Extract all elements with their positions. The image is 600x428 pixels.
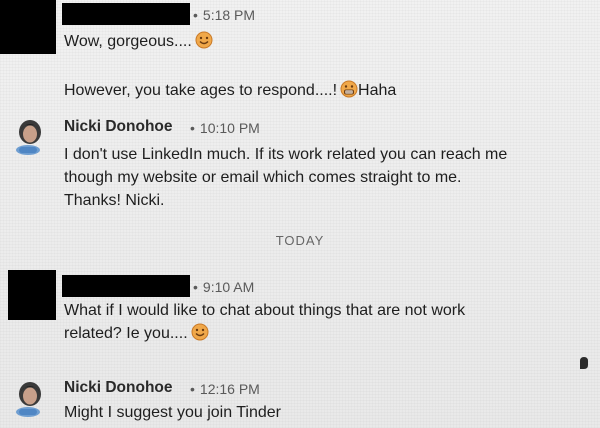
redacted-avatar xyxy=(8,270,56,320)
redacted-sender-name xyxy=(62,3,190,25)
message-text: Wow, gorgeous.... xyxy=(64,31,213,56)
separator-dot: • xyxy=(190,381,195,397)
timestamp-text: 5:18 PM xyxy=(202,7,256,23)
timestamp-text: 12:16 PM xyxy=(199,381,260,397)
chat-screen: • 5:18 PM Wow, gorgeous.... However, you … xyxy=(0,0,600,428)
message-timestamp: • 5:18 PM xyxy=(193,7,255,23)
message-timestamp: • 12:16 PM xyxy=(190,381,260,397)
date-divider: TODAY xyxy=(275,233,325,248)
separator-dot: • xyxy=(190,120,195,136)
message-text: However, you take ages to respond....! Ha… xyxy=(64,80,396,105)
message-line: However, you take ages to respond....! xyxy=(64,82,338,99)
message-line: I don't use LinkedIn much. If its work r… xyxy=(64,146,508,163)
message-line: though my website or email which comes s… xyxy=(64,169,462,186)
smile-emoji-icon xyxy=(195,31,213,56)
separator-dot: • xyxy=(193,279,198,295)
smile-emoji-icon xyxy=(191,323,209,348)
message-text: related? Ie you.... xyxy=(64,323,209,348)
timestamp-text: 9:10 AM xyxy=(202,279,255,295)
sender-name[interactable]: Nicki Donohoe xyxy=(64,118,173,136)
message-line: related? Ie you.... xyxy=(64,325,188,342)
message-timestamp: • 9:10 AM xyxy=(193,279,254,295)
timestamp-text: 10:10 PM xyxy=(199,120,260,136)
message-line: Might I suggest you join Tinder xyxy=(64,404,282,421)
scroll-handle-icon[interactable] xyxy=(578,356,590,370)
redacted-sender-name xyxy=(62,275,190,297)
message-line: Wow, gorgeous.... xyxy=(64,33,192,50)
nicki-avatar-icon[interactable] xyxy=(12,378,48,418)
redacted-avatar xyxy=(0,0,56,54)
grimace-emoji-icon xyxy=(340,80,358,105)
separator-dot: • xyxy=(193,7,198,23)
message-trailing-text: Haha xyxy=(358,82,397,99)
message-line: Thanks! Nicki. xyxy=(64,192,165,209)
sender-name[interactable]: Nicki Donohoe xyxy=(64,379,173,397)
message-timestamp: • 10:10 PM xyxy=(190,120,260,136)
nicki-avatar-icon[interactable] xyxy=(12,116,48,156)
message-line: What if I would like to chat about thing… xyxy=(64,302,466,319)
